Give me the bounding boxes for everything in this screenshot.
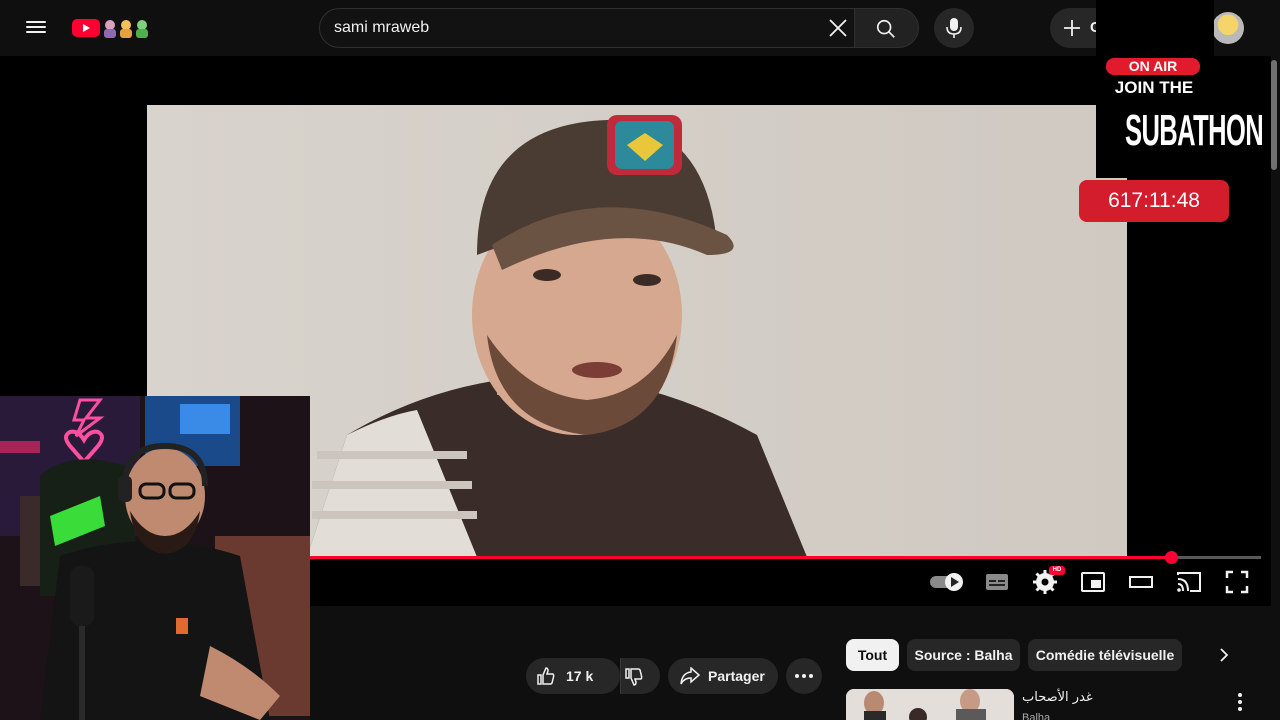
recommended-video-thumbnail[interactable] [846,689,1014,720]
more-vert-icon[interactable] [1230,690,1250,714]
progress-bar[interactable] [310,551,1261,564]
search-icon [876,19,895,38]
cast-icon[interactable] [1175,568,1203,596]
like-icon [537,667,555,685]
autoplay-toggle-icon[interactable] [928,568,966,596]
theater-icon[interactable] [1127,568,1155,596]
youtube-watch-page: C [0,0,1280,720]
share-icon [680,667,700,685]
hd-badge: HD [1049,566,1065,575]
chevron-right-icon[interactable] [1214,645,1234,665]
like-count: 17 k [566,668,594,684]
search-input[interactable] [334,9,804,47]
recommended-video-title[interactable]: غدر الأصحاب [1022,690,1222,705]
like-button[interactable]: 17 k [526,658,620,694]
subathon-timer: 617:11:48 [1079,180,1229,222]
share-button[interactable]: Partager [668,658,778,694]
close-icon[interactable] [826,16,850,40]
more-actions-button[interactable] [786,658,822,694]
webcam-scene-image [0,396,310,720]
more-icon [795,674,813,678]
masthead: C [0,0,1280,56]
chip-tv-comedy[interactable]: Comédie télévisuelle [1028,639,1182,671]
fullscreen-icon[interactable] [1223,568,1251,596]
search-button[interactable] [855,8,919,48]
subathon-title: SUBATHON [1125,106,1264,155]
mic-icon [946,18,962,38]
streamer-webcam-overlay [0,396,310,720]
youtube-logo[interactable] [72,17,162,39]
progress-scrubber[interactable] [1164,551,1178,564]
dislike-icon [625,668,643,686]
recommended-video-channel[interactable]: Balha [1022,712,1050,720]
subathon-join-text: JOIN THE [1114,78,1194,97]
page-scrollbar[interactable] [1271,60,1277,170]
thumbnail-image [846,689,1014,720]
avatar[interactable] [1212,12,1244,44]
dislike-button[interactable] [620,658,660,694]
subtitles-icon[interactable] [983,568,1011,596]
progress-fill [310,556,1171,559]
share-label: Partager [708,668,765,684]
miniplayer-icon[interactable] [1079,568,1107,596]
chip-source[interactable]: Source : Balha [907,639,1020,671]
chip-all[interactable]: Tout [846,639,899,671]
search-box [319,8,855,48]
subathon-overlay: ON AIR JOIN THE SUBATHON [1096,0,1264,178]
on-air-badge: ON AIR [1106,58,1200,75]
voice-search-button[interactable] [934,8,974,48]
menu-icon[interactable] [22,18,50,38]
plus-icon [1064,20,1080,36]
